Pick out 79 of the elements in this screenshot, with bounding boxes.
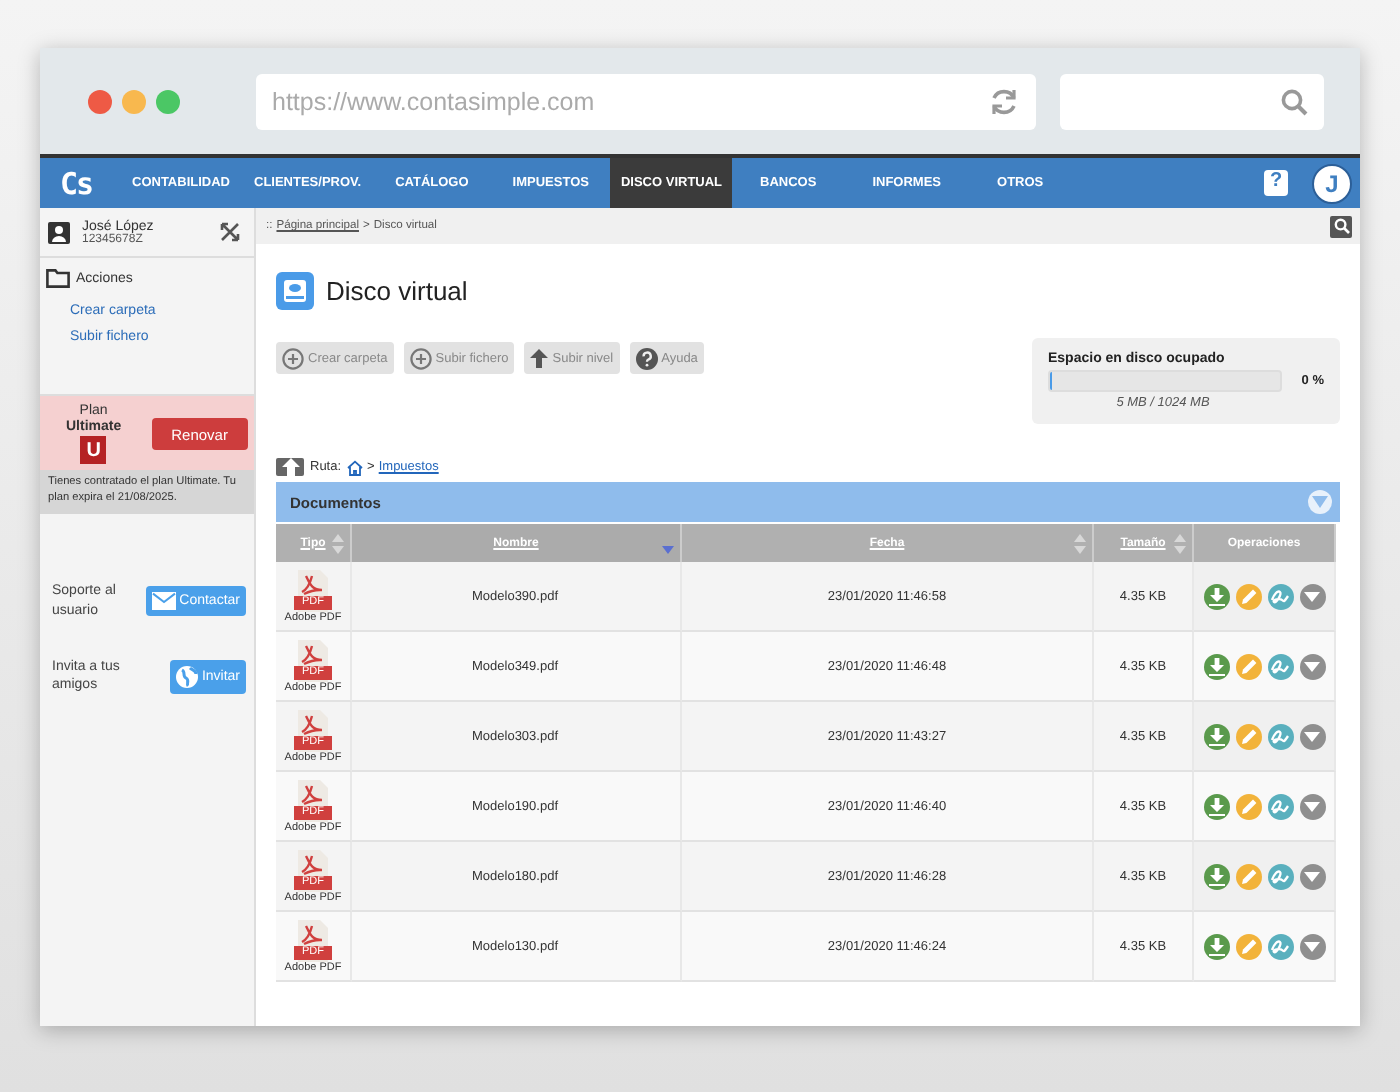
sort-icon[interactable] [1074, 534, 1086, 554]
edit-button[interactable] [1235, 863, 1261, 889]
sign-button[interactable] [1267, 653, 1293, 679]
home-icon[interactable] [345, 459, 364, 475]
more-button[interactable] [1299, 653, 1325, 679]
signature-icon [1270, 797, 1290, 815]
edit-button[interactable] [1235, 793, 1261, 819]
download-button[interactable] [1203, 793, 1229, 819]
collapse-icon[interactable] [220, 222, 240, 242]
add-icon [409, 347, 432, 369]
pencil-icon [1239, 587, 1257, 605]
help-button[interactable]: ? [1264, 170, 1288, 196]
signature-icon [1270, 587, 1290, 605]
download-button[interactable] [1203, 933, 1229, 959]
globe-icon [175, 665, 198, 688]
download-icon [1207, 867, 1225, 885]
more-button[interactable] [1299, 793, 1325, 819]
download-icon [1207, 797, 1225, 815]
more-button[interactable] [1299, 863, 1325, 889]
mail-icon [151, 592, 176, 611]
signature-icon [1270, 727, 1290, 745]
up-arrow-icon [530, 348, 549, 368]
caret-icon [1312, 496, 1328, 508]
address-bar[interactable]: https://www.contasimple.com [256, 73, 1036, 129]
download-icon [1207, 657, 1225, 675]
close-window-icon[interactable] [88, 89, 112, 113]
search-button[interactable] [1330, 215, 1352, 237]
reload-icon[interactable] [988, 85, 1020, 117]
download-button[interactable] [1203, 653, 1229, 679]
signature-icon [1270, 867, 1290, 885]
logo[interactable]: Cs [60, 165, 120, 201]
more-button[interactable] [1299, 933, 1325, 959]
download-button[interactable] [1203, 723, 1229, 749]
download-button[interactable] [1203, 583, 1229, 609]
signature-icon [1270, 657, 1290, 675]
add-icon [282, 347, 304, 369]
user-avatar[interactable]: J [1312, 163, 1352, 203]
pencil-icon [1239, 797, 1257, 815]
sign-button[interactable] [1267, 723, 1293, 749]
maximize-window-icon[interactable] [156, 89, 180, 113]
sign-button[interactable] [1267, 933, 1293, 959]
page-title: Disco virtual [326, 276, 468, 306]
user-icon [48, 221, 70, 243]
caret-icon [1304, 801, 1320, 811]
edit-button[interactable] [1235, 653, 1261, 679]
edit-button[interactable] [1235, 723, 1261, 749]
caret-icon [1304, 731, 1320, 741]
edit-button[interactable] [1235, 583, 1261, 609]
download-icon [1207, 937, 1225, 955]
sign-button[interactable] [1267, 793, 1293, 819]
caret-icon [1304, 661, 1320, 671]
pencil-icon [1239, 937, 1257, 955]
edit-button[interactable] [1235, 933, 1261, 959]
pencil-icon [1239, 727, 1257, 745]
collapse-button[interactable] [1308, 490, 1332, 514]
download-icon [1207, 727, 1225, 745]
minimize-window-icon[interactable] [122, 89, 146, 113]
more-button[interactable] [1299, 723, 1325, 749]
signature-icon [1270, 937, 1290, 955]
download-button[interactable] [1203, 863, 1229, 889]
folder-icon [46, 268, 70, 288]
search-icon [1333, 218, 1349, 234]
download-icon [1207, 587, 1225, 605]
sort-icon[interactable] [1174, 534, 1186, 554]
sign-button[interactable] [1267, 583, 1293, 609]
plan-badge: U [80, 436, 107, 464]
caret-icon [1304, 941, 1320, 951]
pencil-icon [1239, 657, 1257, 675]
sign-button[interactable] [1267, 863, 1293, 889]
up-level-button[interactable] [276, 458, 304, 476]
pencil-icon [1239, 867, 1257, 885]
up-arrow-icon [281, 458, 299, 476]
caret-icon [1304, 591, 1320, 601]
sort-icon[interactable] [332, 534, 344, 554]
caret-icon [1304, 871, 1320, 881]
help-icon [635, 347, 658, 369]
more-button[interactable] [1299, 583, 1325, 609]
search-field[interactable] [1060, 73, 1324, 129]
search-icon[interactable] [1280, 87, 1308, 115]
